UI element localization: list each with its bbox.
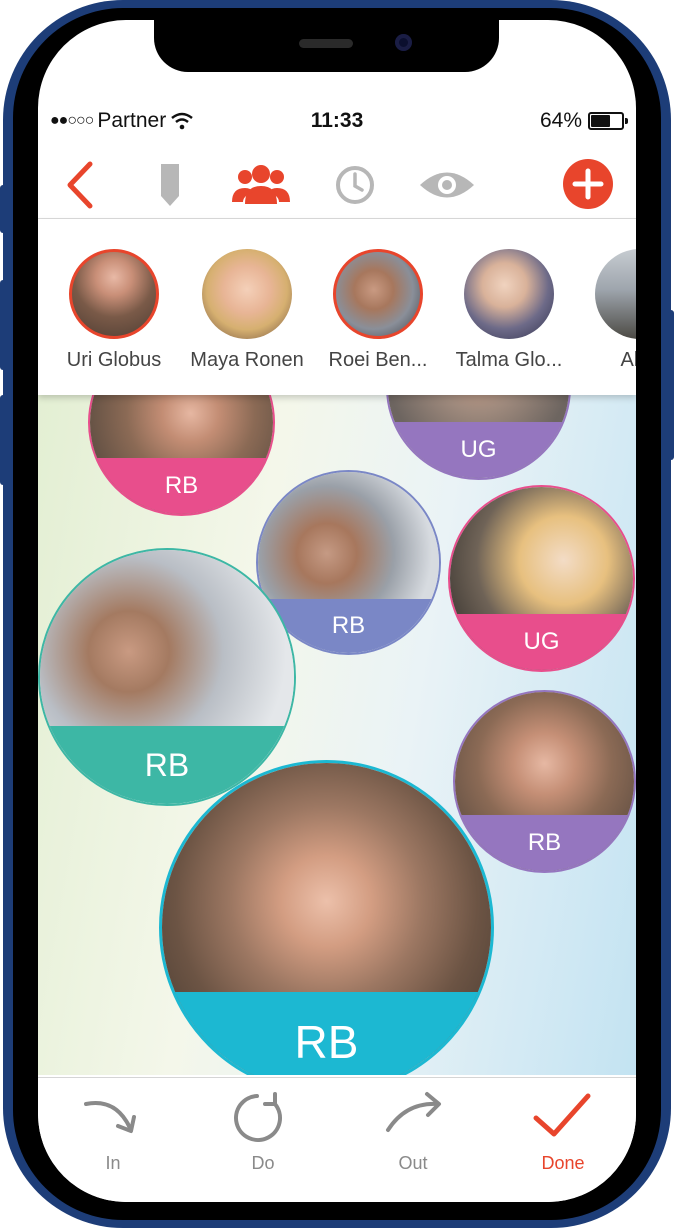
contact-name: Talma Glo... xyxy=(455,349,563,371)
contact-name: Maya Ronen xyxy=(190,349,304,371)
refresh-icon xyxy=(234,1092,283,1142)
contacts-strip: Uri Globus Maya Ronen Roei Ben... Talma … xyxy=(38,219,636,395)
avatar xyxy=(69,249,159,339)
chevron-left-icon[interactable] xyxy=(60,160,100,210)
clock-icon[interactable] xyxy=(334,164,376,206)
contact-item[interactable]: Talma Glo... xyxy=(444,249,574,372)
pin-icon[interactable] xyxy=(155,160,185,210)
battery-level xyxy=(591,115,610,127)
contact-bubble[interactable]: RB xyxy=(88,395,275,516)
battery-icon xyxy=(588,112,628,130)
bubble-initials: UG xyxy=(450,614,633,670)
do-label: Do xyxy=(251,1153,275,1173)
curved-arrow-in-icon xyxy=(84,1101,136,1133)
avatar xyxy=(333,249,423,339)
contact-bubble[interactable]: UG xyxy=(386,395,571,480)
in-button[interactable]: In xyxy=(58,1090,168,1174)
speaker xyxy=(299,39,353,48)
toolbar xyxy=(38,150,636,219)
out-label: Out xyxy=(398,1153,428,1173)
volume-down-button xyxy=(0,395,6,485)
bubble-initials: RB xyxy=(90,458,273,514)
avatar xyxy=(202,249,292,339)
contact-name: Alex xyxy=(620,349,636,371)
checkmark-icon xyxy=(533,1093,591,1137)
eye-icon[interactable] xyxy=(418,168,476,202)
contact-bubble[interactable]: UG xyxy=(448,485,635,672)
power-button xyxy=(668,310,674,460)
contact-item[interactable]: Maya Ronen xyxy=(182,249,312,372)
bubble-initials: UG xyxy=(388,422,569,478)
battery-info: 64% xyxy=(539,109,628,133)
app-screen: ●●○○○ Partner 11:33 64% Uri Globus Maya … xyxy=(38,20,636,1202)
notch xyxy=(154,20,499,72)
bubble-initials: RB xyxy=(162,992,491,1075)
plus-circle-icon[interactable] xyxy=(562,158,614,210)
out-button[interactable]: Out xyxy=(358,1090,468,1174)
done-label: Done xyxy=(541,1153,585,1173)
group-icon[interactable] xyxy=(231,162,291,206)
mute-switch xyxy=(0,185,6,233)
contact-name: Uri Globus xyxy=(66,349,162,371)
curved-arrow-out-icon xyxy=(386,1092,441,1132)
in-label: In xyxy=(105,1153,121,1173)
avatar xyxy=(595,249,636,339)
contact-item[interactable]: Roei Ben... xyxy=(313,249,443,372)
done-button[interactable]: Done xyxy=(508,1090,618,1174)
contact-name: Roei Ben... xyxy=(328,349,428,371)
bubbles-canvas: RB UG RB UG RB RB RB xyxy=(38,395,636,1075)
do-button[interactable]: Do xyxy=(208,1090,318,1174)
battery-percent: 64% xyxy=(539,109,582,132)
bottom-bar: In Do Out Done xyxy=(38,1077,636,1202)
contact-bubble[interactable]: RB xyxy=(159,760,494,1075)
avatar xyxy=(464,249,554,339)
camera xyxy=(395,34,412,51)
status-bar: ●●○○○ Partner 11:33 64% xyxy=(38,106,636,136)
volume-up-button xyxy=(0,280,6,370)
contact-item[interactable]: Alex xyxy=(575,249,636,372)
contact-item[interactable]: Uri Globus xyxy=(49,249,179,372)
